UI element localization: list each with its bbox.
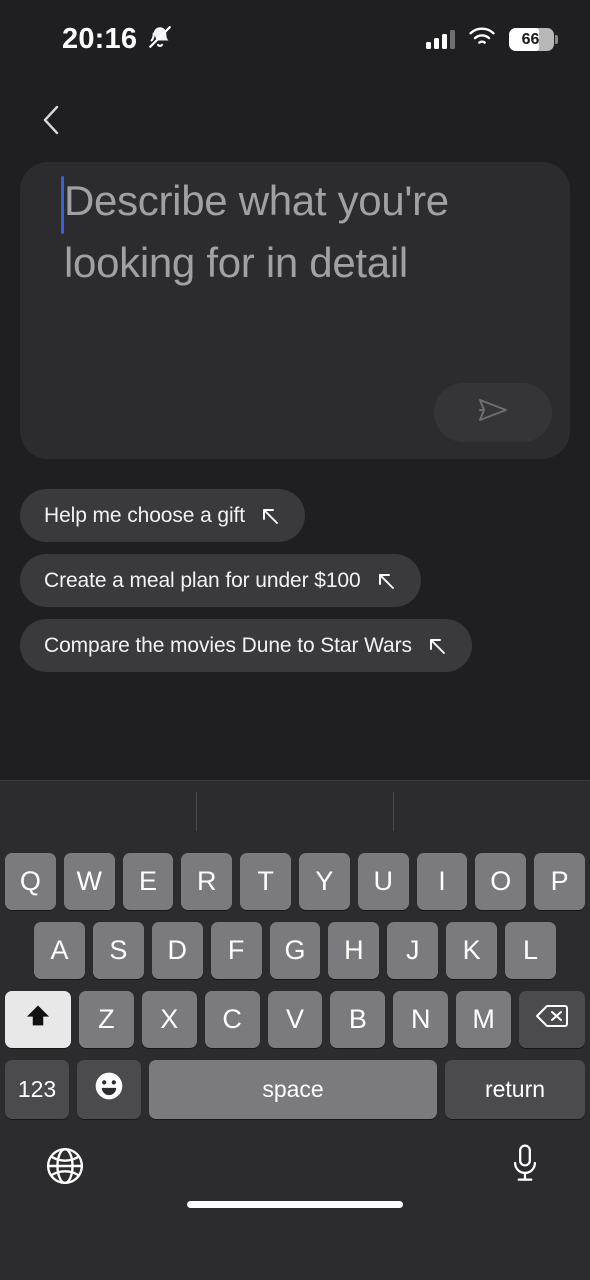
battery-cap	[555, 34, 558, 44]
key-m[interactable]: M	[456, 991, 512, 1048]
shift-up-arrow-icon	[24, 1002, 52, 1037]
send-button[interactable]	[434, 383, 552, 442]
dictation-key[interactable]	[502, 1143, 548, 1189]
globe-language-icon	[43, 1144, 87, 1193]
globe-key[interactable]	[42, 1145, 88, 1191]
chevron-left-icon	[39, 103, 65, 142]
predictive-text-bar[interactable]	[0, 781, 590, 853]
numbers-key[interactable]: 123	[5, 1060, 69, 1119]
keyboard-bottom-bar	[0, 1131, 590, 1221]
key-q[interactable]: Q	[5, 853, 56, 910]
arrow-up-left-icon[interactable]	[375, 570, 397, 592]
predictive-divider	[393, 792, 394, 831]
cellular-signal-icon	[426, 29, 455, 49]
wifi-icon	[468, 26, 496, 52]
suggestion-chip[interactable]: Compare the movies Dune to Star Wars	[20, 619, 472, 672]
key-u[interactable]: U	[357, 853, 409, 910]
keyboard-row-2: A S D F G H J K L	[0, 922, 590, 979]
keyboard-row-1: Q W E R T Y U I O P	[0, 853, 590, 910]
predictive-divider	[196, 792, 197, 831]
key-b[interactable]: B	[330, 991, 386, 1048]
key-f[interactable]: F	[210, 922, 262, 979]
suggestion-chip[interactable]: Help me choose a gift	[20, 489, 306, 542]
status-bar: 20:16 66	[0, 0, 590, 78]
suggestion-chip-label: Create a meal plan for under $100	[44, 568, 361, 592]
key-y[interactable]: Y	[299, 853, 350, 910]
key-s[interactable]: S	[92, 922, 144, 979]
key-l[interactable]: L	[505, 922, 557, 979]
key-j[interactable]: J	[387, 922, 439, 979]
status-bar-right: 66	[426, 26, 558, 52]
key-x[interactable]: X	[141, 991, 197, 1048]
backspace-delete-icon	[535, 1003, 569, 1036]
suggestion-chip-list: Help me choose a gift Create a meal plan…	[20, 489, 472, 672]
phone-screen: 20:16 66 Describe what you're looking fo…	[0, 0, 590, 1280]
suggestion-chip-label: Help me choose a gift	[44, 503, 246, 527]
status-bar-clock: 20:16	[62, 22, 138, 55]
key-k[interactable]: K	[446, 922, 498, 979]
key-w[interactable]: W	[63, 853, 115, 910]
keyboard-row-4: 123 space return	[0, 1060, 590, 1119]
key-n[interactable]: N	[393, 991, 449, 1048]
backspace-key[interactable]	[519, 991, 586, 1048]
key-o[interactable]: O	[475, 853, 527, 910]
status-bar-left: 20:16	[62, 23, 173, 56]
back-button[interactable]	[28, 98, 76, 146]
key-c[interactable]: C	[204, 991, 260, 1048]
return-key[interactable]: return	[445, 1060, 585, 1119]
battery-level-label: 66	[521, 30, 540, 48]
arrow-up-left-icon[interactable]	[426, 635, 448, 657]
key-i[interactable]: I	[416, 853, 468, 910]
key-e[interactable]: E	[122, 853, 174, 910]
bell-slash-icon	[147, 24, 173, 55]
emoji-key[interactable]	[77, 1060, 141, 1119]
composer-placeholder: Describe what you're looking for in deta…	[64, 177, 461, 286]
key-t[interactable]: T	[240, 853, 291, 910]
prompt-composer[interactable]: Describe what you're looking for in deta…	[20, 162, 570, 459]
suggestion-chip-label: Compare the movies Dune to Star Wars	[44, 633, 412, 657]
battery-indicator: 66	[509, 27, 558, 51]
shift-key[interactable]	[5, 991, 71, 1048]
key-d[interactable]: D	[151, 922, 203, 979]
home-indicator	[187, 1201, 403, 1208]
arrow-up-left-icon[interactable]	[259, 505, 281, 527]
key-z[interactable]: Z	[79, 991, 134, 1048]
send-icon	[476, 395, 510, 430]
key-r[interactable]: R	[181, 853, 233, 910]
key-v[interactable]: V	[267, 991, 323, 1048]
key-a[interactable]: A	[34, 922, 85, 979]
suggestion-chip[interactable]: Create a meal plan for under $100	[20, 554, 421, 607]
emoji-smiley-icon	[93, 1070, 125, 1109]
on-screen-keyboard: Q W E R T Y U I O P A S D F G H J K L Z …	[0, 780, 590, 1280]
microphone-icon	[508, 1142, 542, 1191]
space-key[interactable]: space	[149, 1060, 437, 1119]
keyboard-row-3: Z X C V B N M	[0, 991, 590, 1048]
key-p[interactable]: P	[534, 853, 585, 910]
key-h[interactable]: H	[328, 922, 380, 979]
key-g[interactable]: G	[269, 922, 321, 979]
